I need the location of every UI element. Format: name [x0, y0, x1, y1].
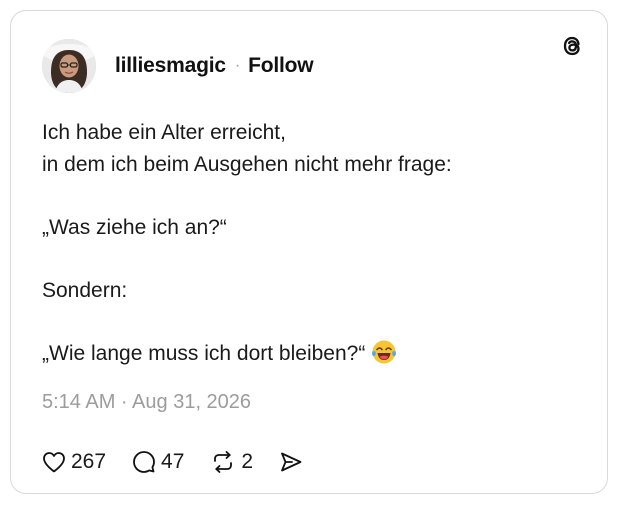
reply-button[interactable]: 47 — [132, 450, 184, 474]
reply-count: 47 — [161, 450, 185, 473]
post-line: in dem ich beim Ausgehen nicht mehr frag… — [42, 152, 452, 176]
follow-button[interactable]: Follow — [248, 54, 313, 78]
post-line: Sondern: — [42, 278, 128, 302]
comment-icon — [132, 450, 156, 474]
repost-icon — [210, 450, 236, 474]
threads-logo-icon[interactable] — [559, 33, 585, 59]
post-header: lilliesmagic · Follow — [42, 38, 314, 94]
separator-dot: · — [234, 57, 241, 74]
face-with-tears-of-joy-icon — [371, 339, 397, 375]
post-line — [42, 243, 582, 275]
post-line: Ich habe ein Alter erreicht, — [42, 121, 286, 144]
post-body: Ich habe ein Alter erreicht, in dem ich … — [42, 117, 582, 374]
share-icon — [279, 451, 303, 473]
threads-post-card: lilliesmagic · Follow Ich habe ein Alter… — [10, 10, 608, 494]
post-line — [42, 306, 582, 338]
post-line — [42, 180, 582, 212]
like-count: 267 — [71, 450, 107, 473]
repost-count: 2 — [241, 450, 254, 473]
heart-icon — [42, 451, 66, 473]
post-timestamp: 5:14 AM · Aug 31, 2026 — [42, 391, 252, 413]
post-line: „Was ziehe ich an?“ — [42, 215, 227, 239]
repost-button[interactable]: 2 — [210, 450, 253, 474]
like-button[interactable]: 267 — [42, 450, 106, 474]
post-last-line: „Wie lange muss ich dort bleiben?“ — [42, 338, 582, 375]
author-username[interactable]: lilliesmagic — [115, 54, 226, 78]
post-actions: 267 47 2 — [42, 447, 329, 477]
post-line-text: „Wie lange muss ich dort bleiben?“ — [42, 341, 366, 365]
avatar[interactable] — [42, 39, 96, 93]
share-button[interactable] — [279, 451, 303, 473]
